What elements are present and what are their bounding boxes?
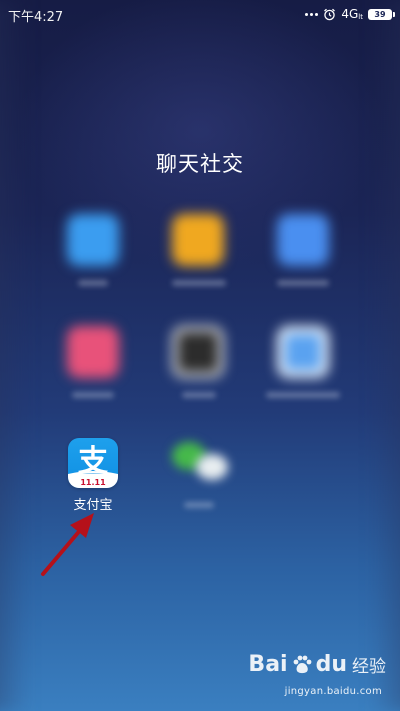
watermark-jingyan: 经验 (352, 657, 386, 677)
blurred-app-5-label (182, 392, 216, 398)
network-subtype: lt (358, 13, 363, 21)
watermark-brand-left: Bai (248, 652, 288, 677)
alipay-icon: 支 11.11 (68, 444, 118, 488)
edge-shadow-right (370, 0, 400, 711)
blurred-app-1-label (78, 280, 108, 286)
blurred-app-1[interactable] (67, 214, 119, 266)
blurred-app-6[interactable] (277, 326, 329, 378)
baidu-paw-icon (293, 655, 311, 673)
blurred-app-3[interactable] (277, 214, 329, 266)
alipay-app-label: 支付宝 (73, 498, 113, 513)
blurred-app-2[interactable] (172, 214, 224, 266)
blurred-wechat-label (184, 502, 214, 508)
blurred-app-2-label (172, 280, 226, 286)
more-notifications-icon (305, 12, 319, 16)
alipay-badge: 11.11 (80, 478, 106, 487)
blurred-app-6-label (266, 392, 340, 398)
wechat-bubble-white (196, 454, 228, 480)
status-time: 下午4:27 (8, 10, 64, 25)
blurred-app-3-label (277, 280, 329, 286)
folder-title: 聊天社交 (156, 152, 244, 176)
status-bar: 下午4:27 4Glt 39 (0, 0, 400, 28)
watermark-brand: Bai du 经验 (248, 652, 386, 677)
edge-shadow-left (0, 0, 30, 711)
blurred-app-4[interactable] (67, 326, 119, 378)
status-icons: 4Glt 39 (305, 5, 395, 23)
battery-level: 39 (374, 9, 386, 19)
alipay-app-icon[interactable]: 支 11.11 (68, 438, 118, 488)
watermark-url: jingyan.baidu.com (284, 686, 382, 697)
blurred-app-4-label (72, 392, 114, 398)
home-screen: 下午4:27 4Glt 39 聊天社交 支 11.11 支付宝 Bai du 经… (0, 0, 400, 711)
battery-icon: 39 (368, 8, 395, 20)
network-type: 4Glt (341, 7, 363, 21)
watermark-brand-right: du (315, 652, 347, 677)
blurred-app-5[interactable] (172, 326, 224, 378)
baidu-jingyan-watermark: Bai du 经验 jingyan.baidu.com (236, 652, 386, 700)
alarm-icon (323, 8, 336, 21)
